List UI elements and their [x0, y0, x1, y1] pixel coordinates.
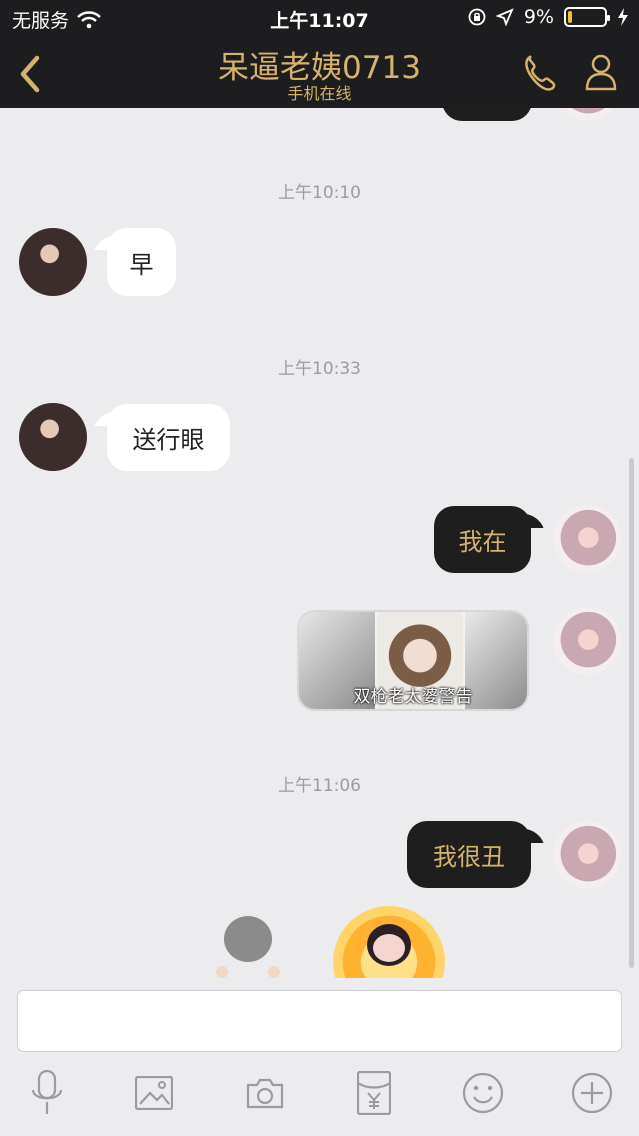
message-text: 我在	[458, 528, 507, 556]
my-avatar-partial[interactable]	[553, 108, 621, 121]
chat-header: 无服务 上午11:07 9% 呆逼老姨0713 手机在线	[0, 0, 639, 108]
red-packet-icon	[357, 1071, 391, 1115]
timestamp: 上午10:33	[278, 359, 361, 379]
outgoing-message[interactable]: 我很丑	[407, 821, 531, 888]
input-area	[0, 978, 639, 1136]
timestamp: 上午10:10	[278, 183, 361, 203]
status-right: 9%	[468, 6, 629, 28]
meme-caption: 双枪老太婆警告	[353, 687, 473, 707]
battery-icon	[564, 7, 610, 27]
input-toolbar	[0, 1070, 639, 1116]
camera-button[interactable]	[242, 1070, 288, 1116]
red-packet-button[interactable]	[351, 1070, 397, 1116]
my-avatar[interactable]	[553, 607, 621, 675]
message-text: 送行眼	[132, 426, 205, 454]
incoming-message[interactable]: 早	[107, 228, 176, 296]
my-avatar[interactable]	[553, 505, 621, 573]
microphone-button[interactable]	[24, 1070, 70, 1116]
message-text: 早	[129, 250, 154, 279]
phone-icon[interactable]	[519, 52, 561, 94]
emoji-icon	[462, 1072, 504, 1114]
rotation-lock-icon	[468, 8, 486, 26]
timestamp: 上午11:06	[278, 776, 361, 796]
plus-icon	[571, 1072, 613, 1114]
chat-scrollbar[interactable]	[629, 458, 634, 968]
microphone-icon	[31, 1070, 63, 1114]
animated-sticker-left[interactable]	[216, 916, 280, 978]
partial-outgoing-bubble	[442, 108, 532, 121]
more-button[interactable]	[569, 1070, 615, 1116]
battery-percent: 9%	[523, 6, 554, 28]
outgoing-message[interactable]: 我在	[434, 506, 531, 573]
chat-area[interactable]: 上午10:10 早 上午10:33 送行眼 我在 双枪老太婆警告 上午11:06…	[0, 108, 639, 978]
message-input[interactable]	[17, 990, 622, 1052]
incoming-message[interactable]: 送行眼	[107, 404, 230, 471]
contact-avatar[interactable]	[19, 403, 87, 471]
animated-sticker-right[interactable]	[333, 906, 445, 978]
charging-icon	[618, 8, 628, 26]
image-icon	[135, 1076, 173, 1110]
my-avatar[interactable]	[553, 821, 621, 889]
contact-icon[interactable]	[579, 50, 623, 94]
emoji-button[interactable]	[460, 1070, 506, 1116]
message-text: 我很丑	[433, 843, 505, 871]
status-bar: 无服务 上午11:07 9%	[0, 6, 639, 32]
location-icon	[495, 8, 514, 26]
meme-image-message[interactable]: 双枪老太婆警告	[297, 610, 529, 711]
contact-avatar[interactable]	[19, 228, 87, 296]
camera-icon	[246, 1078, 284, 1109]
gallery-button[interactable]	[131, 1070, 177, 1116]
